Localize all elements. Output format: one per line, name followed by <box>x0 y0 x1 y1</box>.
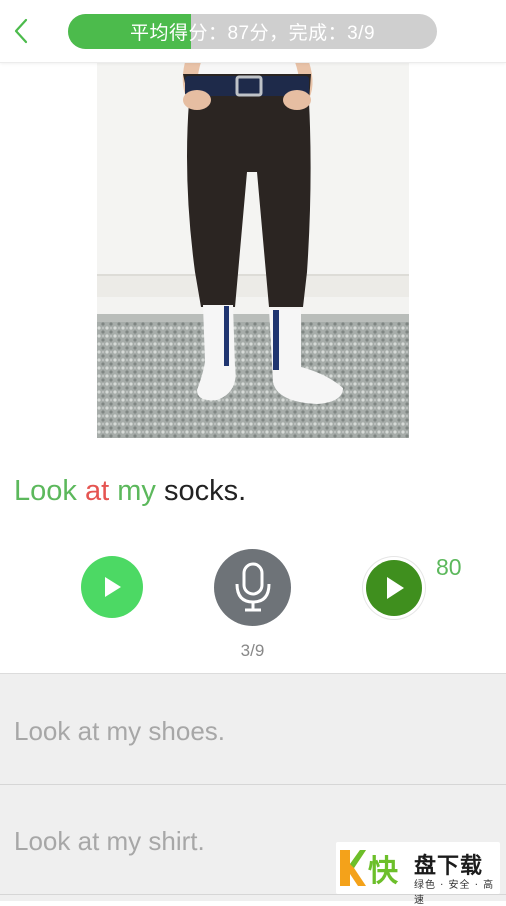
watermark-logo: 快 盘下载 绿色 · 安全 · 高速 <box>336 842 500 906</box>
play-recording-button[interactable] <box>366 560 422 616</box>
sentence-word[interactable]: my <box>117 475 156 507</box>
list-item-text: Look at my shirt. <box>14 826 205 856</box>
record-button[interactable] <box>214 549 291 626</box>
k-logo-icon <box>340 850 366 886</box>
list-item-text: Look at my shoes. <box>14 716 225 746</box>
progress-counter: 3/9 <box>240 641 265 660</box>
list-item[interactable]: Look at my shoes. <box>0 674 506 785</box>
sentence-word[interactable]: socks. <box>164 475 246 507</box>
play-recording-icon <box>387 577 404 599</box>
lesson-photo <box>97 62 409 438</box>
chevron-left-icon <box>14 18 28 44</box>
progress-bar: 平均得分：87分，完成：3/9 <box>68 14 437 49</box>
sentence-word[interactable]: Look <box>14 475 77 507</box>
sentence-word[interactable]: at <box>85 475 109 507</box>
back-button[interactable] <box>6 14 36 48</box>
top-bar: 平均得分：87分，完成：3/9 <box>0 0 506 63</box>
watermark-tagline: 绿色 · 安全 · 高速 <box>414 880 495 906</box>
watermark-kuai: 快 <box>368 854 398 889</box>
microphone-icon <box>235 562 270 611</box>
play-audio-button[interactable] <box>81 556 143 618</box>
progress-text: 平均得分：87分，完成：3/9 <box>129 23 376 44</box>
pronunciation-score: 80 <box>436 554 462 580</box>
play-icon <box>105 577 121 597</box>
practice-sentence: Look at my socks. <box>14 475 246 508</box>
